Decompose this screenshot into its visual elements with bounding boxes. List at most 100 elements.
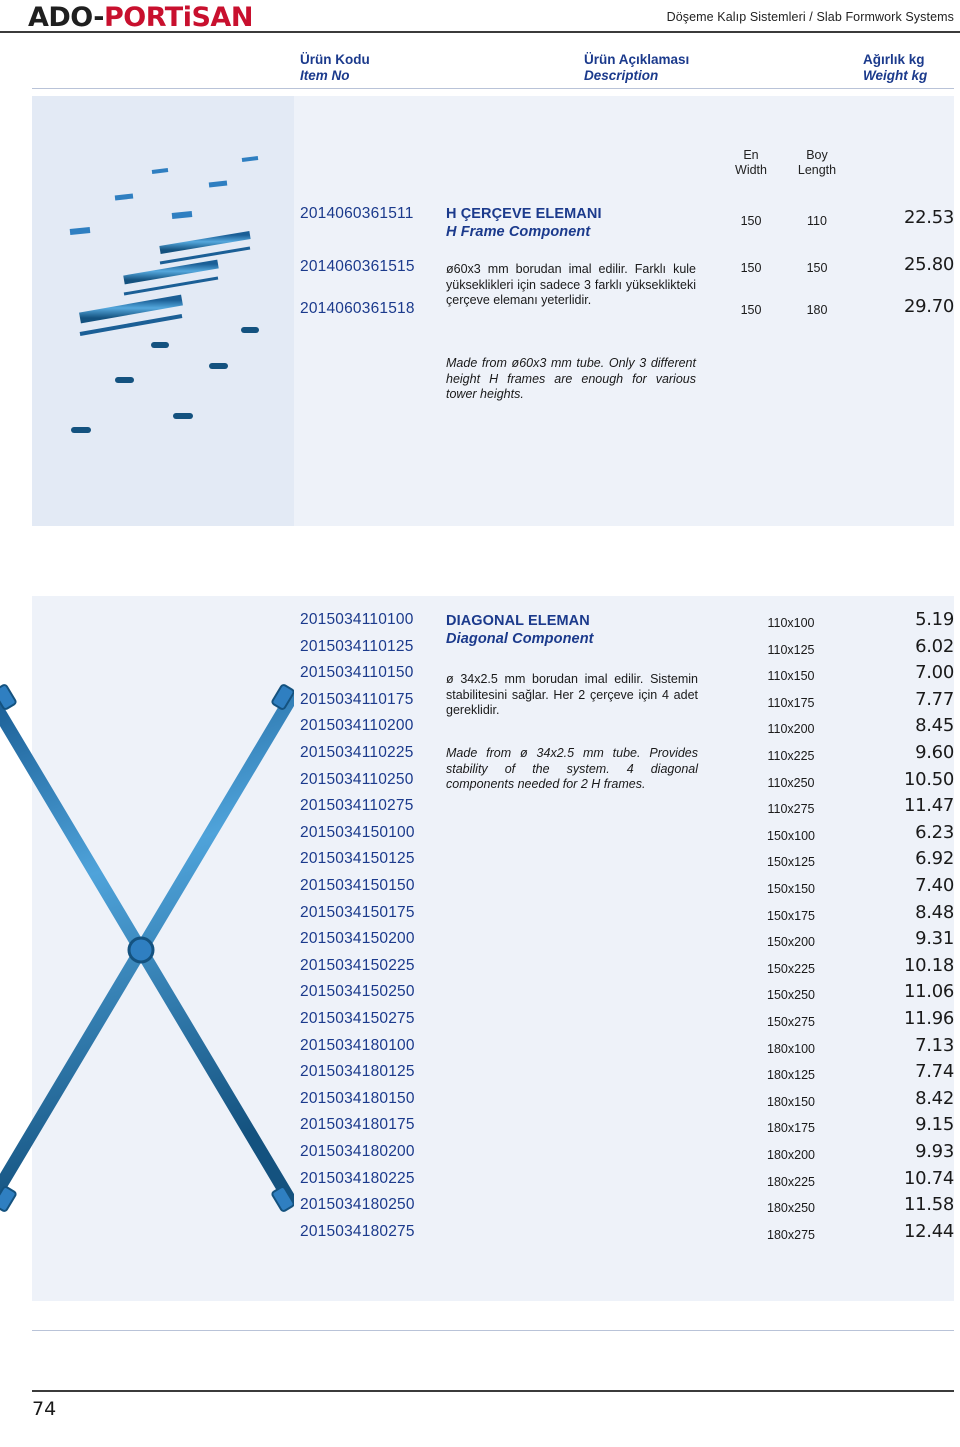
page-number: 74 (32, 1398, 57, 1420)
weight-value: 22.53 (903, 207, 954, 228)
dim-width: 150 (740, 261, 762, 275)
column-header-item-no: Ürün Kodu Item No (300, 52, 370, 84)
item-code: 2015034150150 (300, 877, 415, 894)
weight-value: 10.50 (903, 768, 954, 790)
dim-size: 110x225 (767, 749, 815, 763)
product-body-tr: ø 34x2.5 mm borudan imal edilir. Sistemi… (446, 672, 698, 717)
item-code: 2015034150125 (300, 850, 415, 868)
weight-value: 11.47 (903, 795, 954, 817)
weight-value: 11.96 (903, 1008, 954, 1029)
dim-size: 180x200 (767, 1148, 815, 1162)
dim-size: 110x175 (767, 695, 815, 710)
weight-value: 12.44 (903, 1220, 954, 1242)
product-title-en: Diagonal Component (446, 631, 594, 647)
item-code: 2015034180100 (300, 1036, 415, 1054)
subheader-width-tr: En (743, 148, 759, 162)
header-divider (0, 31, 960, 33)
logo-ado-text: ADO (28, 2, 94, 33)
item-code: 2015034150250 (300, 983, 415, 1001)
item-code: 2015034110125 (300, 637, 414, 655)
subheader-length-en: Length (797, 163, 837, 177)
item-code: 2014060361515 (300, 258, 415, 275)
weight-value: 8.45 (915, 715, 954, 737)
dim-size: 180x100 (767, 1041, 815, 1056)
product-title-tr: H ÇERÇEVE ELEMANI (446, 206, 602, 222)
item-code: 2014060361511 (300, 205, 414, 222)
logo-portisan-text: PORTiSAN (103, 2, 253, 33)
weight-value: 7.13 (915, 1034, 954, 1056)
weight-value: 9.93 (915, 1141, 954, 1162)
dim-size: 150x175 (767, 908, 815, 923)
column-header-weight: Ağırlık kg Weight kg (863, 52, 927, 84)
weight-value: 9.31 (915, 928, 954, 950)
item-code: 2015034180250 (300, 1196, 415, 1214)
item-code: 2015034110150 (300, 664, 414, 682)
dim-size: 150x225 (767, 961, 815, 976)
product-body-tr: ø60x3 mm borudan imal edilir. Farklı kul… (446, 262, 696, 307)
diagonal-illustration (0, 640, 294, 1260)
weight-value: 6.23 (915, 821, 954, 843)
product-body-en: Made from ø 34x2.5 mm tube. Provides sta… (446, 746, 698, 791)
item-code: 2015034180200 (300, 1143, 415, 1160)
dim-size: 110x100 (767, 616, 815, 630)
subheader-length-tr: Boy (806, 148, 828, 162)
dim-size: 110x250 (767, 775, 815, 790)
h-frame-illustration (32, 130, 294, 490)
product-title-tr: DIAGONAL ELEMAN (446, 613, 590, 629)
weight-value: 7.77 (915, 688, 954, 710)
item-code: 2014060361518 (300, 300, 415, 317)
item-code: 2015034180175 (300, 1116, 415, 1134)
dim-size: 180x250 (767, 1201, 815, 1216)
dim-size: 150x125 (767, 855, 815, 870)
column-header-weight-en: Weight kg (863, 68, 928, 83)
weight-value: 10.18 (903, 954, 954, 976)
dim-size: 150x250 (767, 988, 815, 1003)
subheader-width-en: Width (735, 163, 767, 177)
dim-size: 110x150 (767, 669, 815, 684)
item-code: 2015034110250 (300, 770, 414, 788)
column-header-weight-tr: Ağırlık kg (863, 52, 925, 67)
dim-width: 150 (740, 214, 762, 228)
weight-value: 7.00 (915, 662, 954, 684)
dim-width: 150 (740, 303, 762, 317)
weight-value: 9.60 (915, 742, 954, 763)
weight-value: 5.19 (915, 609, 954, 630)
item-code: 2015034180150 (300, 1089, 415, 1107)
item-code: 2015034150225 (300, 956, 415, 974)
dim-size: 180x125 (767, 1068, 815, 1083)
weight-value: 7.40 (915, 875, 954, 896)
weight-value: 25.80 (903, 254, 954, 275)
weight-value: 10.74 (903, 1167, 954, 1189)
product-title-diagonal: DIAGONAL ELEMAN Diagonal Component (446, 612, 706, 648)
dim-length: 150 (806, 261, 828, 275)
item-code: 2015034150275 (300, 1010, 415, 1027)
brand-logo: ADO-PORTiSAN (28, 2, 253, 33)
weight-value: 29.70 (903, 296, 954, 317)
subheader-width: En Width (726, 148, 776, 178)
item-code: 2015034180275 (300, 1222, 415, 1240)
dim-size: 180x275 (767, 1227, 815, 1242)
subheader-length: Boy Length (790, 148, 844, 178)
dim-size: 150x100 (767, 828, 815, 843)
logo-dash: - (93, 2, 104, 33)
item-code: 2015034110200 (300, 717, 414, 735)
item-code: 2015034110175 (300, 690, 414, 708)
weight-value: 6.02 (915, 635, 954, 657)
column-header-description-tr: Ürün Açıklaması (584, 52, 690, 67)
weight-value: 9.15 (915, 1114, 954, 1136)
header-section-title: Döşeme Kalıp Sistemleri / Slab Formwork … (666, 10, 954, 24)
dim-size: 150x150 (767, 882, 815, 896)
item-code: 2015034180225 (300, 1169, 415, 1187)
weight-value: 11.58 (903, 1194, 954, 1216)
item-code: 2015034110100 (300, 611, 414, 628)
item-code: 2015034180125 (300, 1063, 415, 1081)
dim-length: 180 (806, 303, 828, 317)
dim-length: 110 (807, 214, 827, 228)
weight-value: 8.42 (915, 1087, 954, 1109)
dim-size: 180x175 (767, 1121, 815, 1136)
weight-value: 11.06 (903, 981, 954, 1003)
bottom-divider-dark (32, 1390, 954, 1392)
item-code: 2015034110275 (300, 797, 414, 815)
product-title-h-frame: H ÇERÇEVE ELEMANI H Frame Component (446, 205, 706, 241)
weight-value: 8.48 (915, 901, 954, 923)
